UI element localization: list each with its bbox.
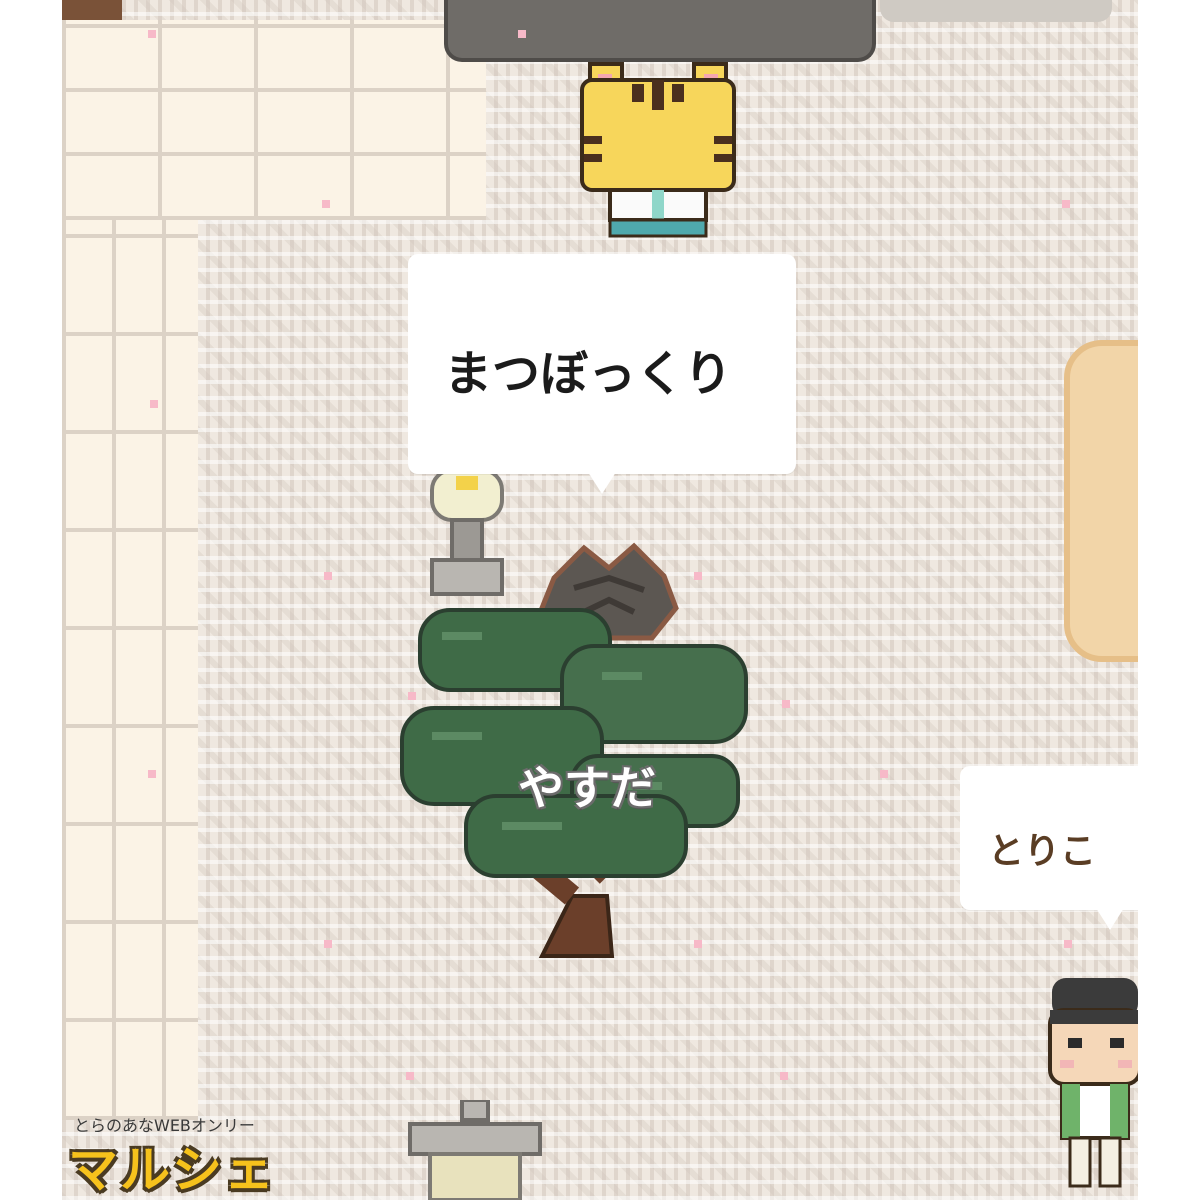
- petal: [148, 770, 156, 778]
- brick-wall-top: [62, 20, 486, 220]
- petal: [150, 400, 158, 408]
- speech-bubble-tail: [588, 472, 616, 494]
- stone-platform: [444, 0, 876, 62]
- petal: [518, 30, 526, 38]
- petal: [694, 572, 702, 580]
- petal: [782, 700, 790, 708]
- game-map[interactable]: まつぼっくり とりこ やすだ: [62, 0, 1138, 1200]
- petal: [324, 940, 332, 948]
- petal: [322, 200, 330, 208]
- boy-character[interactable]: [1040, 976, 1138, 1200]
- petal: [880, 770, 888, 778]
- petal: [780, 1072, 788, 1080]
- rocks: [880, 0, 1112, 22]
- player-name-label: やすだ: [518, 761, 656, 815]
- street-lamp-bottom: [408, 1100, 542, 1200]
- logo-title: マルシェ: [68, 1141, 276, 1199]
- speech-bubble-right: とりこ: [960, 766, 1138, 910]
- tiger-character[interactable]: [570, 60, 746, 242]
- speech-text-right: とりこ: [988, 831, 1097, 872]
- petal: [148, 30, 156, 38]
- petal: [1064, 940, 1072, 948]
- petal: [324, 572, 332, 580]
- speech-text: まつぼっくり: [444, 346, 733, 402]
- speech-bubble-right-tail: [1096, 908, 1124, 930]
- petal: [1062, 200, 1070, 208]
- speech-bubble-main: まつぼっくり: [408, 254, 796, 474]
- brick-wall-left: [62, 220, 198, 1120]
- signboard[interactable]: [1064, 340, 1138, 662]
- petal: [406, 1072, 414, 1080]
